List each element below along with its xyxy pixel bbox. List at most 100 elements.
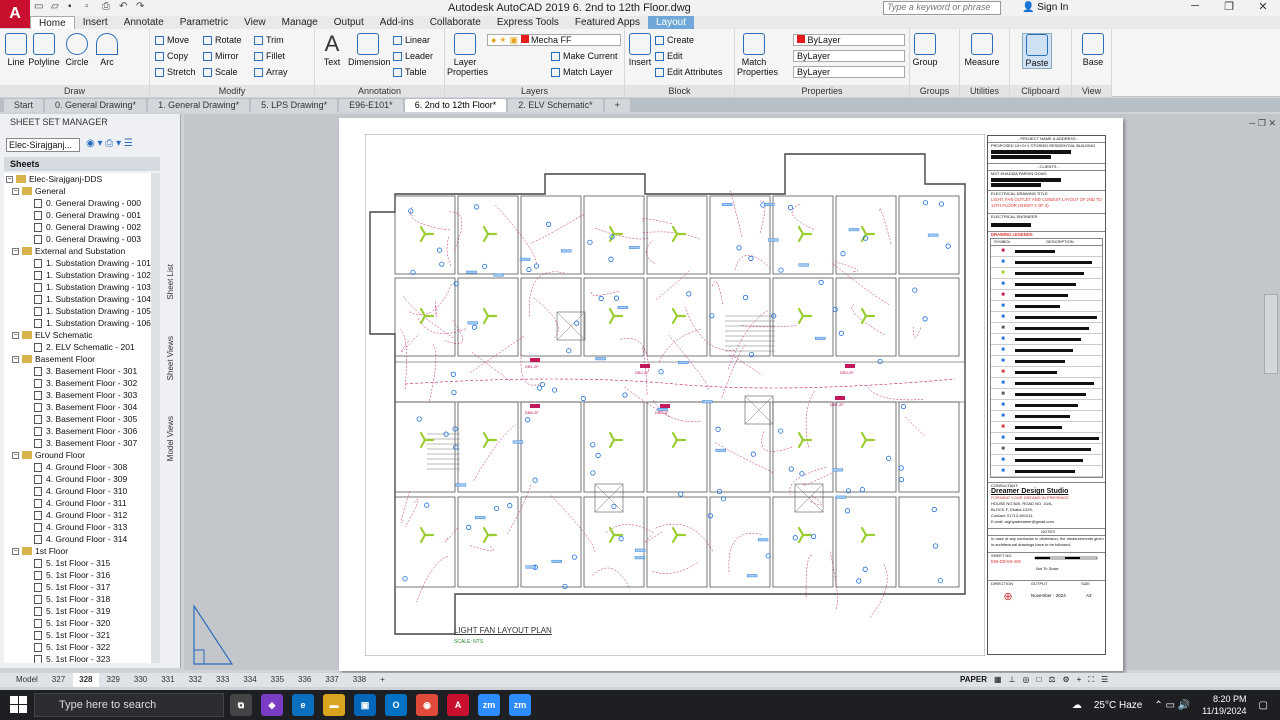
tree-sheet[interactable]: 5. 1st Floor - 318 bbox=[4, 593, 160, 605]
layout-tab[interactable]: 331 bbox=[155, 673, 180, 687]
copilot-icon[interactable]: ◆ bbox=[261, 694, 283, 716]
file-tab-start[interactable]: Start bbox=[4, 99, 44, 112]
line-tool[interactable]: Line bbox=[4, 33, 28, 67]
file-tab[interactable]: 0. General Drawing* bbox=[45, 99, 147, 112]
layout-tab[interactable]: 327 bbox=[46, 673, 71, 687]
tab-collaborate[interactable]: Collaborate bbox=[422, 16, 489, 29]
circle-tool[interactable]: Circle bbox=[64, 33, 90, 67]
collapse-icon[interactable]: − bbox=[12, 451, 19, 459]
tab-model-views[interactable]: Model Views bbox=[166, 416, 175, 461]
create-block-button[interactable]: Create bbox=[655, 35, 694, 45]
file-tab[interactable]: 5. LPS Drawing* bbox=[251, 99, 338, 112]
tree-subset[interactable]: − 1st Floor bbox=[4, 545, 160, 557]
paste-tool[interactable]: Paste bbox=[1022, 33, 1052, 69]
stretch-button[interactable]: Stretch bbox=[155, 67, 196, 77]
insert-tool[interactable]: Insert bbox=[627, 33, 653, 67]
new-tab-button[interactable]: + bbox=[604, 99, 630, 112]
plus-icon[interactable]: + bbox=[1077, 675, 1082, 685]
tree-sheet[interactable]: 5. 1st Floor - 322 bbox=[4, 641, 160, 653]
text-tool[interactable]: A Text bbox=[319, 33, 345, 68]
weather-icon[interactable]: ☁ bbox=[1072, 700, 1082, 711]
layout-tab[interactable]: 335 bbox=[265, 673, 290, 687]
tree-sheet[interactable]: 0. General Drawing - 002 bbox=[4, 221, 160, 233]
base-tool[interactable]: Base bbox=[1080, 33, 1106, 67]
task-view-icon[interactable]: ⧉ bbox=[230, 694, 252, 716]
layout-tab[interactable]: 329 bbox=[101, 673, 126, 687]
fillet-button[interactable]: Fillet bbox=[254, 51, 285, 61]
file-tab[interactable]: 2. ELV Schematic* bbox=[508, 99, 603, 112]
close-icon[interactable]: ✕ bbox=[1246, 0, 1280, 16]
draw-panel-title[interactable]: Draw bbox=[0, 85, 149, 97]
tree-subset[interactable]: − ELV Schematic bbox=[4, 329, 160, 341]
tree-sheet[interactable]: 3. Basement Floor - 305 bbox=[4, 413, 160, 425]
tab-home[interactable]: Home bbox=[30, 16, 75, 29]
tree-sheet[interactable]: 3. Basement Floor - 301 bbox=[4, 365, 160, 377]
tab-manage[interactable]: Manage bbox=[274, 16, 326, 29]
tree-sheet[interactable]: 3. Basement Floor - 307 bbox=[4, 437, 160, 449]
undo-icon[interactable]: ↶ bbox=[119, 1, 131, 13]
edit-block-button[interactable]: Edit bbox=[655, 51, 683, 61]
measure-tool[interactable]: Measure bbox=[962, 33, 1002, 67]
tree-sheet[interactable]: 5. 1st Floor - 323 bbox=[4, 653, 160, 663]
tab-view[interactable]: View bbox=[236, 16, 274, 29]
table-button[interactable]: Table bbox=[393, 67, 427, 77]
tree-sheet[interactable]: 4. Ground Floor - 309 bbox=[4, 473, 160, 485]
print-icon[interactable]: ⎙ bbox=[102, 1, 114, 13]
tree-sheet[interactable]: 5. 1st Floor - 320 bbox=[4, 617, 160, 629]
help-search-input[interactable]: Type a keyword or phrase bbox=[883, 1, 1001, 15]
annotation-panel-title[interactable]: Annotation bbox=[315, 85, 444, 97]
layer-properties-tool[interactable]: Layer Properties bbox=[447, 33, 488, 77]
fullscreen-icon[interactable]: ⛶ bbox=[1088, 675, 1094, 685]
tree-sheet[interactable]: 5. 1st Floor - 316 bbox=[4, 569, 160, 581]
linetype-dropdown[interactable]: ByLayer bbox=[793, 50, 905, 62]
minimize-icon[interactable]: ─ bbox=[1178, 0, 1212, 16]
groups-panel-title[interactable]: Groups bbox=[910, 85, 959, 97]
tree-sheet[interactable]: 1. Substation Drawing - 104 bbox=[4, 293, 160, 305]
file-explorer-icon[interactable]: ▬ bbox=[323, 694, 345, 716]
polyline-tool[interactable]: Polyline bbox=[28, 33, 60, 67]
tree-sheet[interactable]: 1. Substation Drawing - 102 bbox=[4, 269, 160, 281]
add-layout-button[interactable]: + bbox=[374, 673, 391, 687]
move-button[interactable]: Move bbox=[155, 35, 189, 45]
tree-sheet[interactable]: 3. Basement Floor - 304 bbox=[4, 401, 160, 413]
customize-icon[interactable]: ☰ bbox=[1101, 675, 1108, 685]
polar-icon[interactable]: ◎ bbox=[1023, 675, 1030, 685]
tab-featured-apps[interactable]: Featured Apps bbox=[567, 16, 648, 29]
tree-sheet[interactable]: 0. General Drawing - 003 bbox=[4, 233, 160, 245]
utilities-panel-title[interactable]: Utilities bbox=[960, 85, 1009, 97]
tree-sheet[interactable]: 0. General Drawing - 001 bbox=[4, 209, 160, 221]
ssm-toolbar-icons[interactable]: ◉ ▾ ⎙ ▾ ☰ bbox=[86, 138, 133, 149]
collapse-icon[interactable]: − bbox=[12, 547, 19, 555]
collapse-icon[interactable]: − bbox=[12, 187, 19, 195]
taskbar-search[interactable]: Type here to search bbox=[34, 693, 224, 717]
file-tab-active[interactable]: 6. 2nd to 12th Floor* bbox=[404, 99, 507, 112]
copy-button[interactable]: Copy bbox=[155, 51, 188, 61]
arc-tool[interactable]: Arc bbox=[94, 33, 120, 67]
collapse-icon[interactable]: − bbox=[6, 175, 13, 183]
trim-button[interactable]: Trim bbox=[254, 35, 284, 45]
properties-panel-title[interactable]: Properties bbox=[735, 85, 909, 97]
layout-tab[interactable]: 333 bbox=[210, 673, 235, 687]
ortho-icon[interactable]: ⊥ bbox=[1009, 675, 1016, 685]
tab-sheet-list[interactable]: Sheet List bbox=[166, 264, 175, 300]
clipboard-panel-title[interactable]: Clipboard bbox=[1010, 85, 1071, 97]
block-panel-title[interactable]: Block bbox=[625, 85, 734, 97]
tab-parametric[interactable]: Parametric bbox=[172, 16, 236, 29]
layout-tab-model[interactable]: Model bbox=[10, 673, 44, 687]
mirror-button[interactable]: Mirror bbox=[203, 51, 239, 61]
tree-sheet[interactable]: 2. ELV Schematic - 201 bbox=[4, 341, 160, 353]
color-dropdown[interactable]: ByLayer bbox=[793, 34, 905, 46]
tree-sheet[interactable]: 4. Ground Floor - 308 bbox=[4, 461, 160, 473]
viewport-controls[interactable]: ─ ❐ ✕ bbox=[1249, 118, 1276, 129]
tab-sheet-views[interactable]: Sheet Views bbox=[166, 336, 175, 380]
collapse-icon[interactable]: − bbox=[12, 355, 19, 363]
layout-tab[interactable]: 336 bbox=[292, 673, 317, 687]
layout-tab[interactable]: 330 bbox=[128, 673, 153, 687]
group-tool[interactable]: Group bbox=[912, 33, 938, 67]
tab-express-tools[interactable]: Express Tools bbox=[489, 16, 567, 29]
tree-sheet[interactable]: 4. Ground Floor - 312 bbox=[4, 509, 160, 521]
osnap-icon[interactable]: □ bbox=[1036, 675, 1041, 685]
tab-addins[interactable]: Add-ins bbox=[372, 16, 422, 29]
view-panel-title[interactable]: View bbox=[1072, 85, 1111, 97]
leader-button[interactable]: Leader bbox=[393, 51, 433, 61]
